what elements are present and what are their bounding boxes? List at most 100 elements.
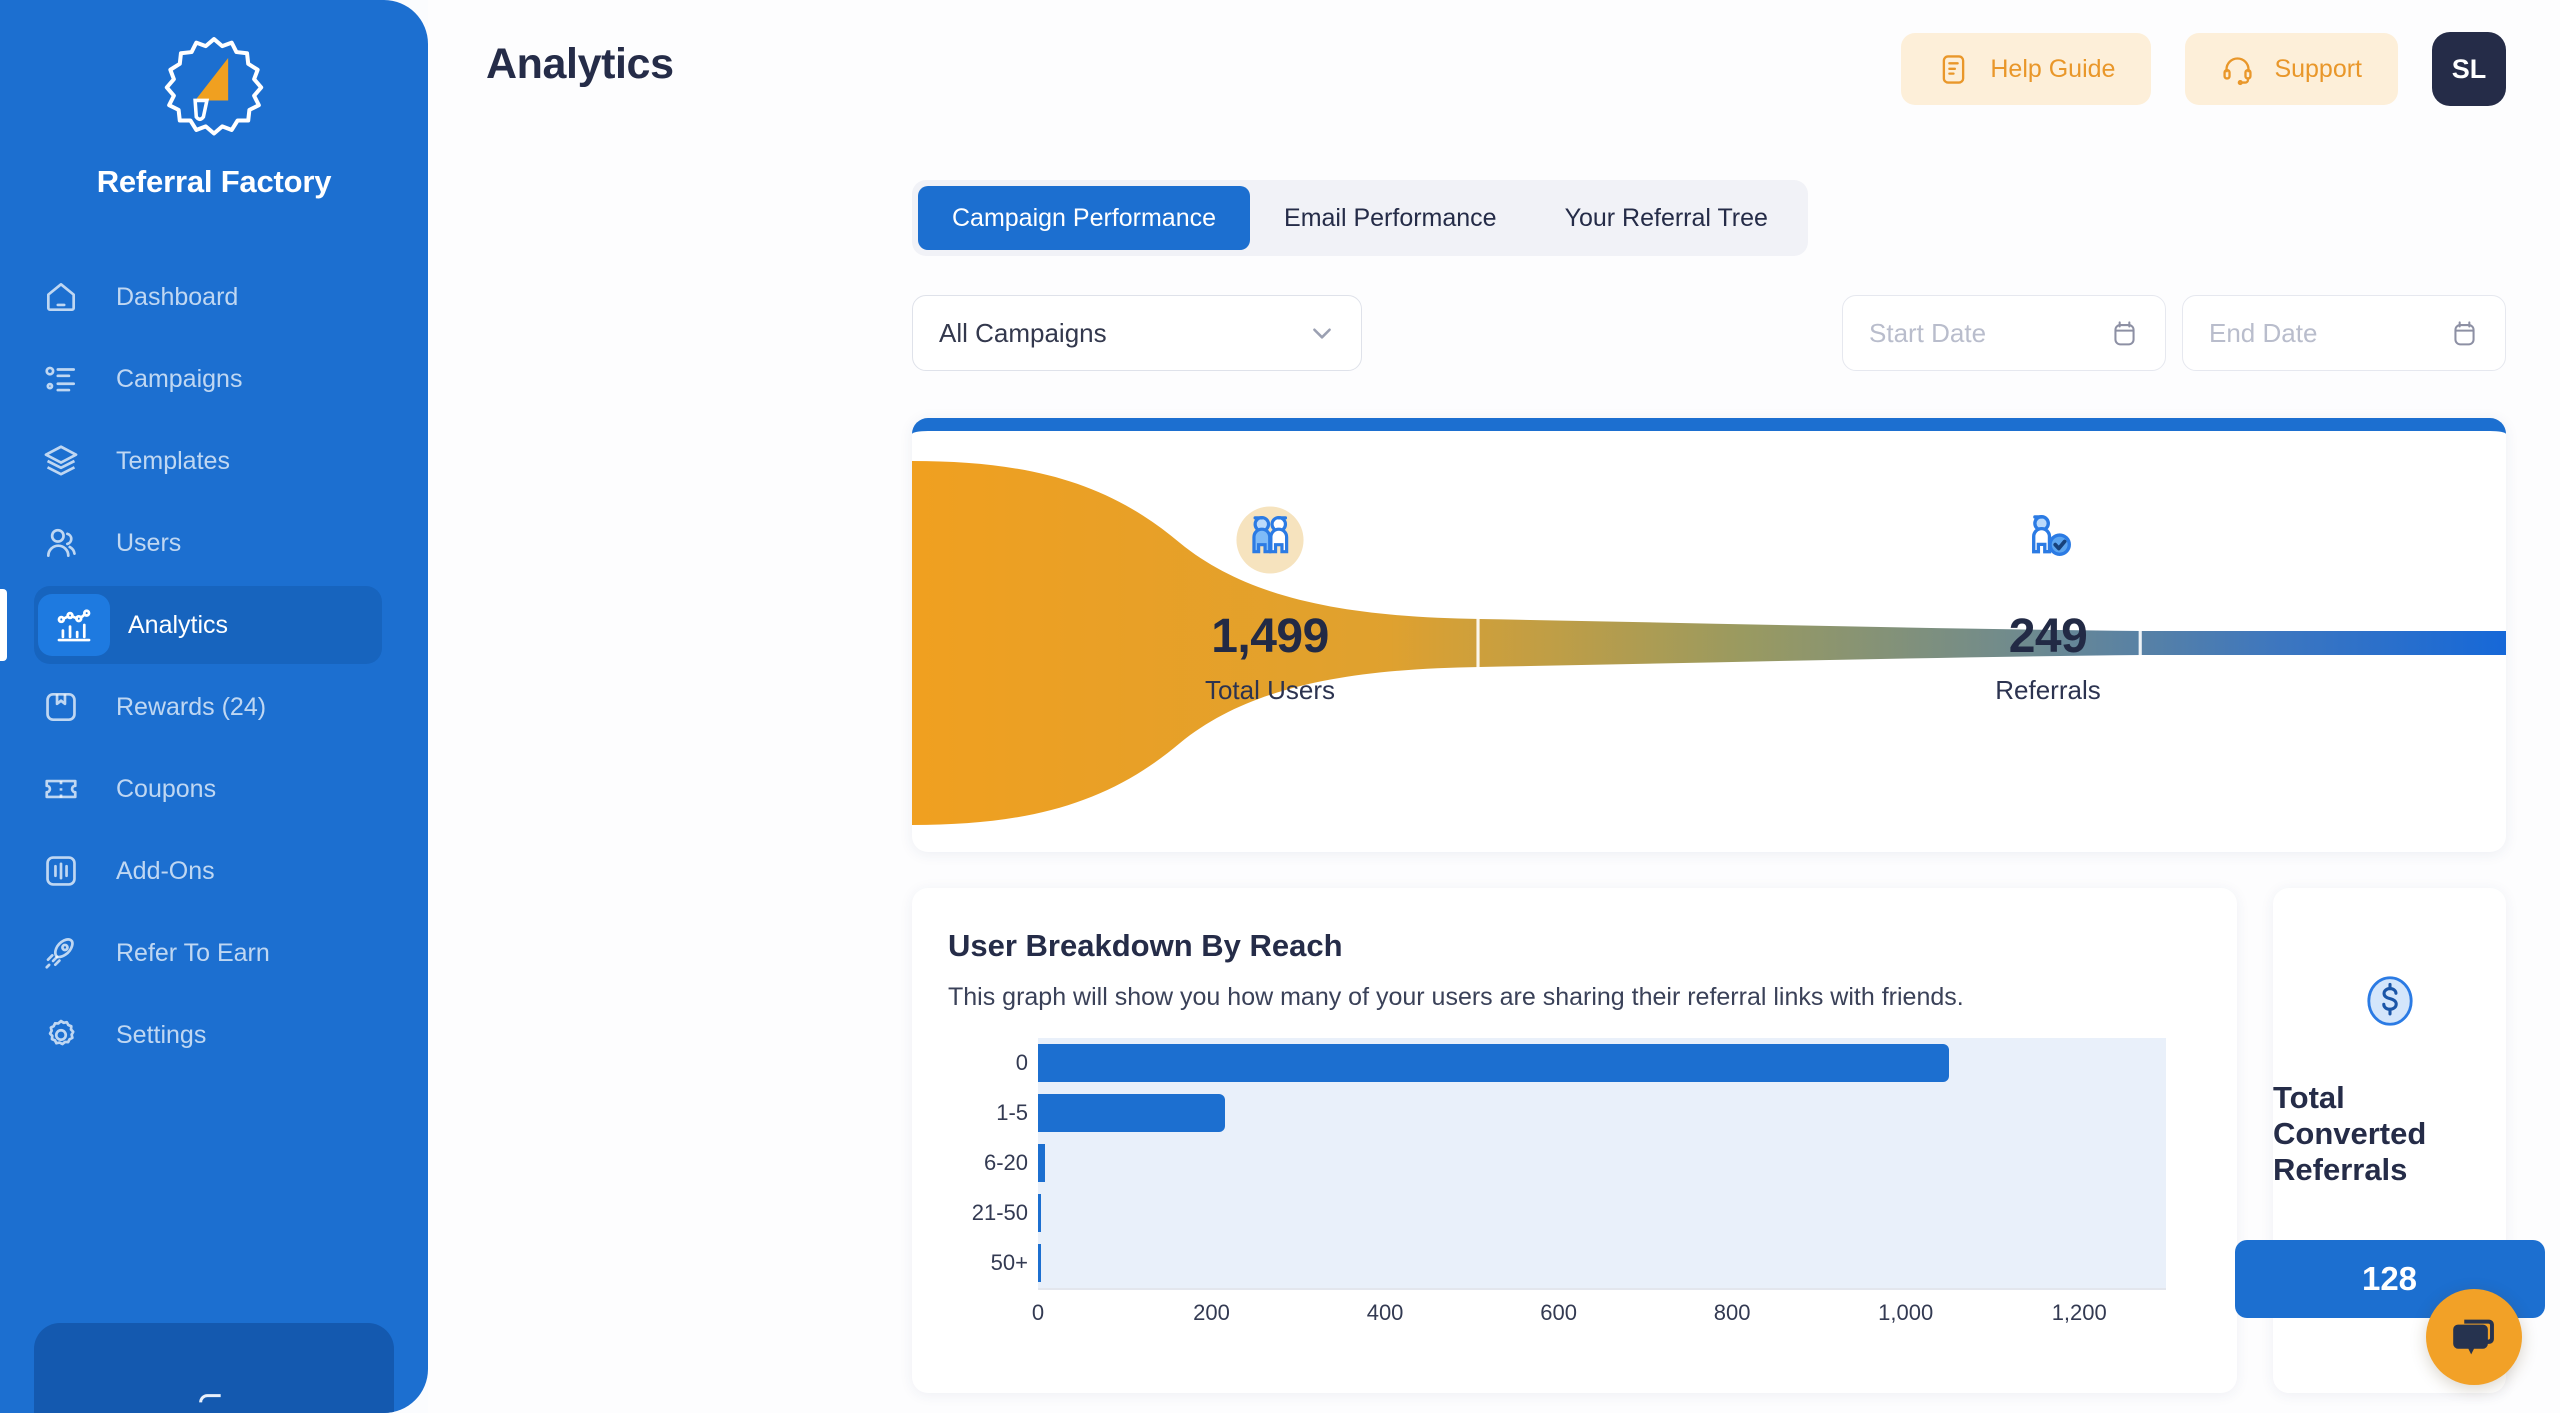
y-axis-tick-label: 1-5: [996, 1100, 1028, 1125]
chart-title: User Breakdown By Reach: [948, 928, 1343, 963]
tab-email-performance[interactable]: Email Performance: [1250, 186, 1531, 250]
sidebar-item-campaigns[interactable]: Campaigns: [0, 340, 428, 418]
users-icon: [38, 520, 84, 566]
funnel-stage: 249 Referrals: [1628, 431, 2468, 852]
start-date-input[interactable]: Start Date: [1842, 295, 2166, 371]
start-date-placeholder: Start Date: [1869, 317, 1987, 348]
sidebar-item-label: Settings: [116, 1020, 207, 1049]
bar[interactable]: [1038, 1244, 1041, 1282]
page-title: Analytics: [486, 40, 674, 88]
dollar-coin-icon: [2366, 976, 2413, 1026]
funnel-stage: 1,499 Total Users: [912, 431, 1628, 852]
sidebar-item-dashboard[interactable]: Dashboard: [0, 258, 428, 336]
sidebar-item-label: Rewards (24): [116, 692, 267, 721]
end-date-placeholder: End Date: [2209, 317, 2318, 348]
funnel-stage-value: 249: [2008, 610, 2088, 663]
bar[interactable]: [1038, 1094, 1225, 1132]
chevron-down-icon: [1313, 328, 1331, 339]
help-guide-button[interactable]: Help Guide: [1901, 33, 2152, 105]
bar[interactable]: [1038, 1194, 1041, 1232]
user-breakdown-chart-card: User Breakdown By Reach This graph will …: [912, 888, 2237, 1393]
sidebar-item-label: Users: [116, 528, 182, 557]
funnel-card: 1,499 Total Users 249 Referrals: [912, 418, 2506, 852]
sidebar-item-users[interactable]: Users: [0, 504, 428, 582]
y-axis-tick-label: 0: [1015, 1050, 1028, 1075]
plot-area: [1038, 1038, 2166, 1288]
addons-icon: [38, 848, 84, 894]
x-axis-tick-label: 600: [1540, 1300, 1577, 1325]
x-axis-tick-label: 1,200: [2051, 1300, 2107, 1325]
brand-name: Referral Factory: [96, 164, 332, 199]
tab-bar: Campaign Performance Email Performance Y…: [912, 180, 1808, 256]
megaphone-badge-logo: [164, 37, 264, 136]
funnel-stage-label: Referrals: [1995, 675, 2101, 705]
y-axis-tick-label: 50+: [990, 1250, 1028, 1275]
x-axis-tick-label: 0: [1031, 1300, 1045, 1325]
bar-chart-plot: 0 1-5 6-20 21-50 50+ 0 200 400 600 800 1,000 1,200: [948, 1038, 2200, 1358]
bar[interactable]: [1038, 1044, 1950, 1082]
chart-subtitle: This graph will show you how many of you…: [948, 983, 1964, 1011]
chat-bubbles-icon: [2453, 1319, 2494, 1355]
analytics-page: Referral Factory Dashboard Campaigns Tem…: [0, 0, 2560, 1413]
sidebar-item-add-ons[interactable]: Add-Ons: [0, 832, 428, 910]
campaign-select[interactable]: All Campaigns: [912, 295, 1362, 371]
gear-icon: [38, 1012, 84, 1058]
sidebar-item-label: Coupons: [116, 774, 217, 803]
two-users-icon: [1236, 506, 1304, 574]
sidebar-item-rewards[interactable]: Rewards (24): [0, 668, 428, 746]
sidebar: Referral Factory Dashboard Campaigns Tem…: [0, 0, 428, 1413]
x-axis-line: [1038, 1288, 2166, 1290]
chat-widget-button[interactable]: [2426, 1289, 2522, 1385]
y-axis: 0 1-5 6-20 21-50 50+: [948, 1038, 1038, 1288]
analytics-icon: [38, 594, 110, 656]
sidebar-item-label: Dashboard: [116, 282, 239, 311]
tab-campaign-performance[interactable]: Campaign Performance: [918, 186, 1251, 250]
x-axis-tick-label: 400: [1366, 1300, 1404, 1325]
ticket-icon: [38, 766, 84, 812]
header-actions: Help Guide Support SL: [1901, 32, 2506, 106]
sidebar-item-refer-to-earn[interactable]: Refer To Earn: [0, 914, 428, 992]
calendar-icon: [2454, 320, 2475, 345]
sidebar-promo-card[interactable]: [34, 1323, 394, 1413]
avatar[interactable]: SL: [2432, 32, 2506, 106]
top-bar: Analytics Help Guide Support SL: [428, 0, 2560, 138]
x-axis-tick-label: 800: [1713, 1300, 1751, 1325]
sidebar-item-label: Templates: [116, 446, 230, 475]
sidebar-item-label: Analytics: [128, 610, 229, 639]
calendar-icon: [2114, 320, 2135, 345]
user-check-icon: [2032, 514, 2071, 556]
headset-icon: [2223, 56, 2253, 85]
bar[interactable]: [1038, 1144, 1045, 1182]
sidebar-item-label: Refer To Earn: [116, 938, 270, 967]
filter-row: All Campaigns Start Date End Date: [912, 295, 2506, 375]
support-label: Support: [2274, 54, 2362, 83]
y-axis-tick-label: 6-20: [983, 1150, 1028, 1175]
funnel-stage: 128 Referrals Converted: [2468, 431, 2506, 852]
y-axis-tick-label: 21-50: [971, 1200, 1028, 1225]
document-icon: [1943, 54, 1965, 84]
layers-icon: [38, 438, 84, 484]
tab-your-referral-tree[interactable]: Your Referral Tree: [1531, 186, 1802, 250]
brand: Referral Factory: [0, 0, 428, 200]
sidebar-item-templates[interactable]: Templates: [0, 422, 428, 500]
card-glyph-icon: [199, 1394, 221, 1403]
campaign-select-value: All Campaigns: [939, 317, 1107, 348]
sidebar-item-coupons[interactable]: Coupons: [0, 750, 428, 828]
sidebar-item-settings[interactable]: Settings: [0, 996, 428, 1074]
list-icon: [38, 356, 84, 402]
help-guide-label: Help Guide: [1990, 54, 2116, 83]
funnel-stage-value: 1,499: [1211, 610, 1329, 663]
end-date-input[interactable]: End Date: [2182, 295, 2506, 371]
sidebar-item-label: Add-Ons: [116, 856, 215, 885]
sidebar-item-analytics[interactable]: Analytics: [0, 586, 382, 664]
funnel-stage-label: Referrals Converted: [2468, 675, 2506, 706]
rocket-icon: [38, 930, 84, 976]
funnel-stage-label: Total Users: [1204, 675, 1336, 705]
kpi-label: Total Converted Referrals: [2273, 1080, 2427, 1187]
plot-band: [2079, 1038, 2166, 1288]
support-button[interactable]: Support: [2185, 33, 2398, 105]
x-axis-tick-label: 200: [1193, 1300, 1230, 1325]
x-axis-tick-label: 1,000: [1878, 1300, 1934, 1325]
x-axis-labels: 0 200 400 600 800 1,000 1,200: [1032, 1300, 2166, 1340]
funnel-stage-value: 128: [2468, 609, 2506, 664]
